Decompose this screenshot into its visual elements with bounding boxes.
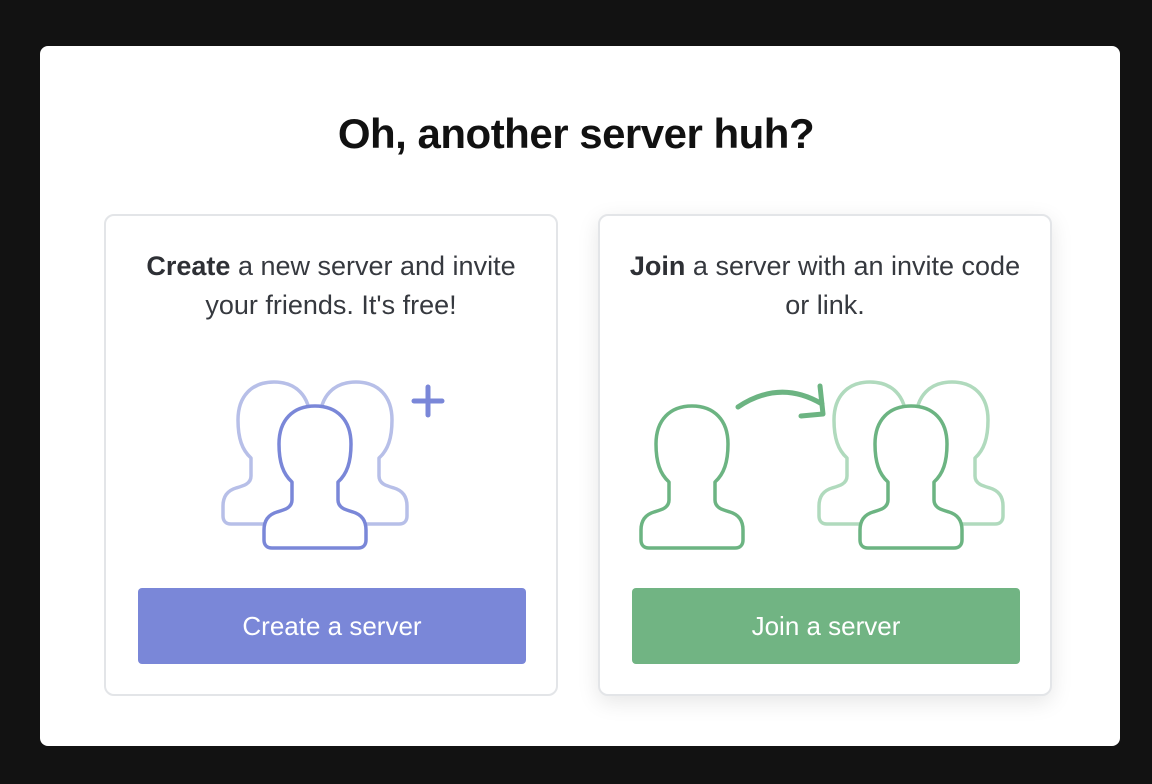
plus-icon	[411, 384, 445, 418]
create-keyword: Create	[146, 251, 231, 281]
person-front-icon	[262, 404, 368, 550]
group-person-back-right-icon	[899, 380, 1005, 526]
join-server-button[interactable]: Join a server	[632, 588, 1020, 664]
create-server-card: Create a new server and invite your frie…	[104, 214, 558, 696]
create-description-text: a new server and invite your friends. It…	[205, 251, 516, 320]
join-server-card: Join a server with an invite code or lin…	[598, 214, 1052, 696]
create-server-button[interactable]: Create a server	[138, 588, 526, 664]
join-description-text: a server with an invite code or link.	[685, 251, 1021, 320]
create-server-description: Create a new server and invite your frie…	[126, 247, 536, 325]
person-back-left-icon	[221, 380, 327, 526]
group-person-front-icon	[858, 404, 964, 550]
join-keyword: Join	[629, 251, 686, 281]
join-server-description: Join a server with an invite code or lin…	[620, 247, 1030, 325]
group-person-back-left-icon	[817, 380, 923, 526]
person-single-icon	[639, 404, 745, 550]
arrow-right-icon	[735, 383, 826, 419]
modal-title: Oh, another server huh?	[337, 110, 815, 157]
person-back-right-icon	[303, 380, 409, 526]
